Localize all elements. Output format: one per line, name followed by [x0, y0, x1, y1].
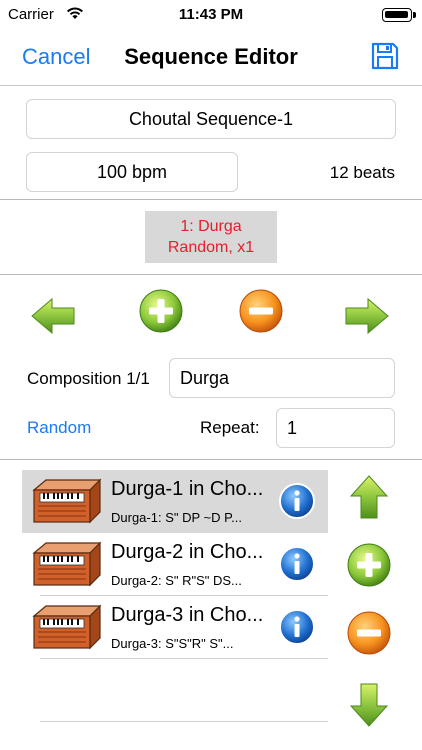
arrow-left-icon[interactable] [30, 296, 76, 336]
row-separator [40, 658, 328, 659]
plus-icon[interactable] [346, 542, 392, 588]
divider [0, 199, 422, 200]
repeat-field[interactable]: 1 [276, 408, 395, 448]
info-icon[interactable] [278, 608, 316, 646]
arrow-right-icon[interactable] [344, 296, 390, 336]
chip-line-2: Random, x1 [167, 239, 255, 256]
save-icon[interactable] [370, 41, 400, 71]
info-icon[interactable] [278, 545, 316, 583]
minus-icon[interactable] [238, 288, 284, 334]
navigation-bar: Cancel Sequence Editor [0, 30, 422, 86]
list-item[interactable]: Durga-1 in Cho... Durga-1: S" DP ~D P... [22, 470, 328, 533]
harmonium-icon [32, 604, 102, 650]
row-title: Durga-1 in Cho... [111, 478, 264, 500]
list-item[interactable]: Durga-2 in Cho... Durga-2: S" R"S" DS... [22, 533, 328, 596]
arrow-up-icon[interactable] [349, 474, 389, 520]
minus-icon[interactable] [346, 610, 392, 656]
sequence-name-field[interactable]: Choutal Sequence-1 [26, 99, 396, 139]
row-subtitle: Durga-2: S" R"S" DS... [111, 573, 242, 588]
info-icon[interactable] [278, 482, 316, 520]
composition-list: Durga-1 in Cho... Durga-1: S" DP ~D P...… [22, 470, 328, 659]
list-bottom-separator [40, 721, 328, 722]
plus-icon[interactable] [138, 288, 184, 334]
bpm-field[interactable]: 100 bpm [26, 152, 238, 192]
row-subtitle: Durga-3: S"S"R" S"... [111, 636, 234, 651]
status-bar: Carrier 11:43 PM [0, 0, 422, 30]
arrow-down-icon[interactable] [349, 682, 389, 728]
random-mode-button[interactable]: Random [27, 418, 91, 438]
sequence-item-chip[interactable]: 1: Durga Random, x1 [145, 211, 277, 263]
harmonium-icon [32, 541, 102, 587]
row-title: Durga-3 in Cho... [111, 604, 264, 626]
repeat-label: Repeat: [200, 418, 260, 437]
divider [0, 274, 422, 275]
harmonium-icon [32, 478, 102, 524]
page-title: Sequence Editor [124, 44, 298, 69]
divider [0, 459, 422, 460]
list-item[interactable]: Durga-3 in Cho... Durga-3: S"S"R" S"... [22, 596, 328, 659]
chip-line-1: 1: Durga [180, 218, 242, 235]
row-title: Durga-2 in Cho... [111, 541, 264, 563]
battery-icon [382, 8, 416, 22]
composition-label: Composition 1/1 [27, 369, 150, 388]
composition-field[interactable]: Durga [169, 358, 395, 398]
status-time: 11:43 PM [178, 6, 244, 23]
beats-label: 12 beats [329, 163, 395, 182]
row-subtitle: Durga-1: S" DP ~D P... [111, 510, 242, 525]
